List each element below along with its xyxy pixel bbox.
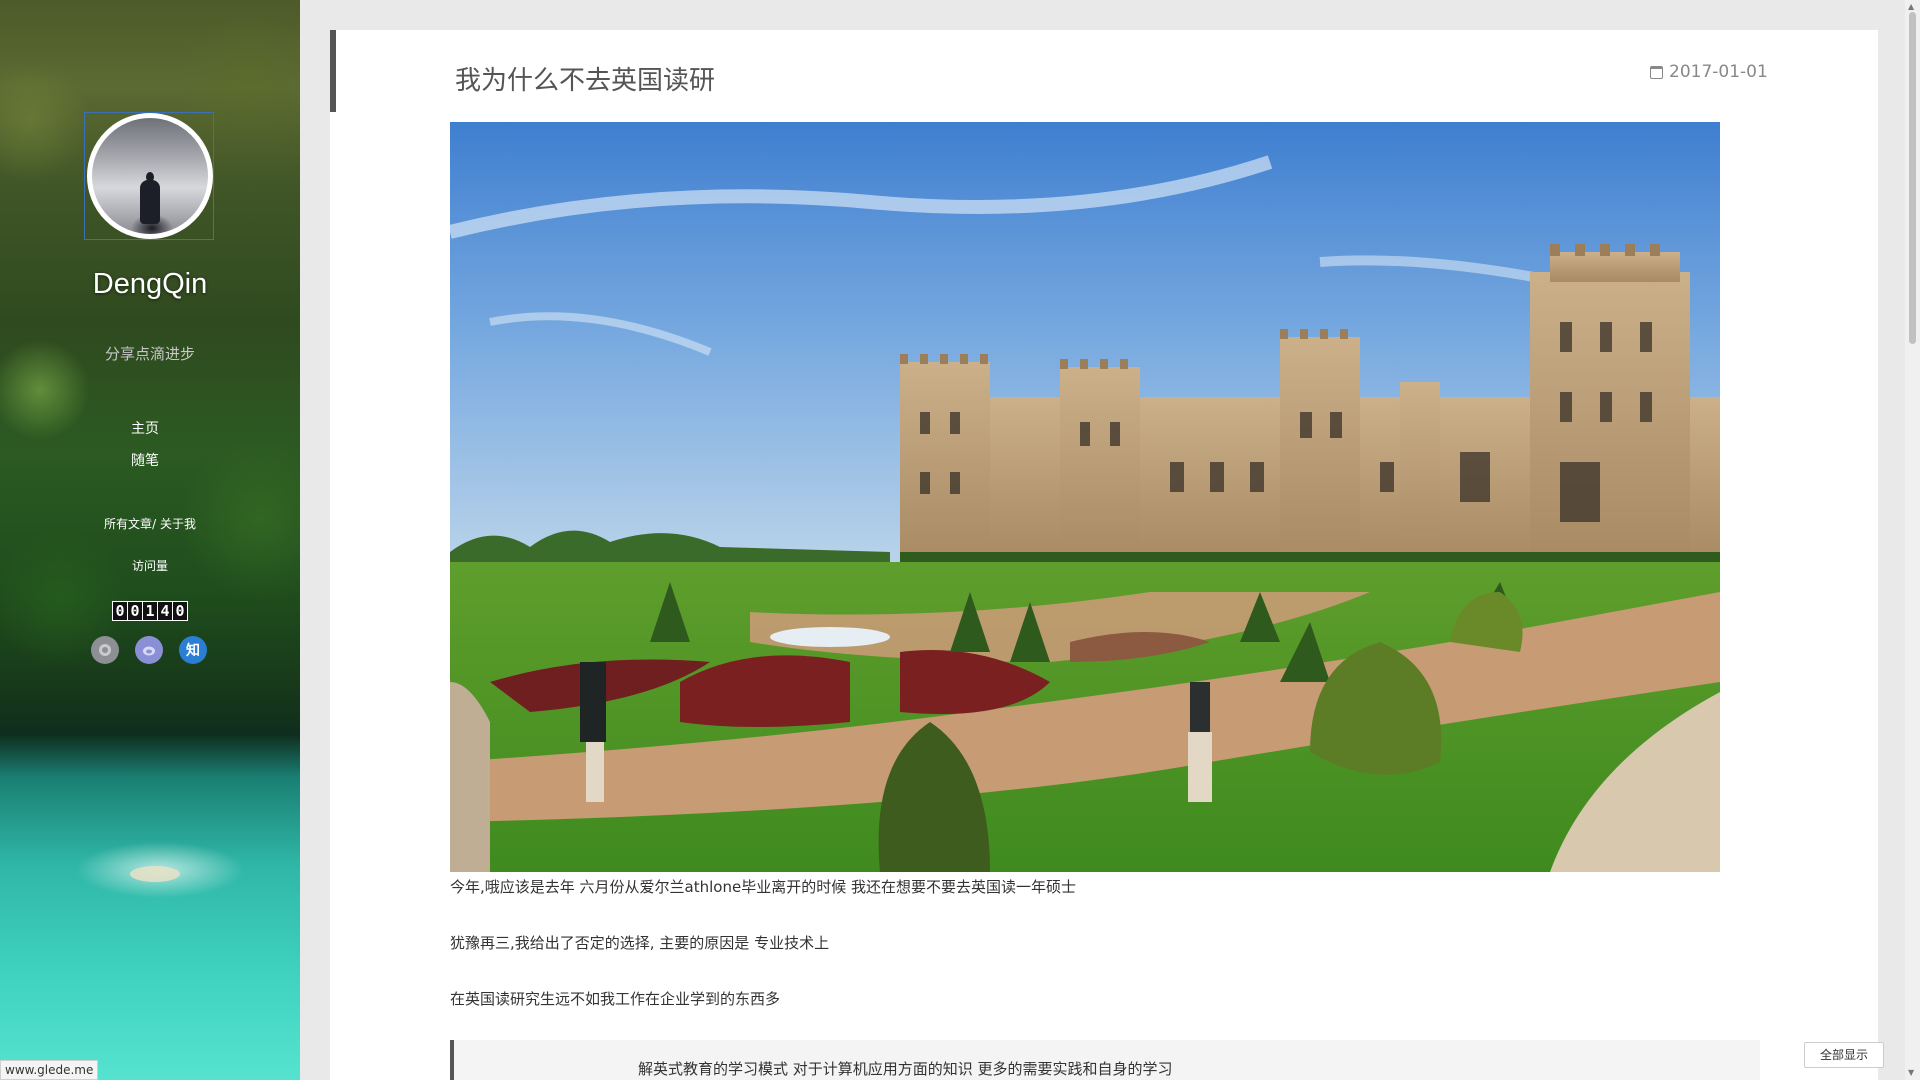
sidebar-nav: 主页 随笔: [0, 413, 290, 477]
counter-digit: 4: [158, 602, 172, 620]
scroll-thumb[interactable]: [1909, 12, 1916, 344]
visit-label: 访问量: [131, 559, 168, 573]
nav-home[interactable]: 主页: [0, 413, 290, 445]
post-paragraph: 犹豫再三,我给出了否定的选择, 主要的原因是 专业技术上: [450, 934, 830, 952]
post-paragraph: 在英国读研究生远不如我工作在企业学到的东西多: [450, 990, 781, 1008]
visit-counter: 0 0 1 4 0: [112, 601, 188, 621]
status-bar-url: www.glede.me: [0, 1060, 99, 1080]
castle-garden-photo: [450, 122, 1720, 872]
weibo-icon[interactable]: [135, 636, 163, 664]
post-date: 2017-01-01: [1650, 62, 1768, 82]
scroll-up-icon[interactable]: ▲: [1908, 2, 1914, 11]
post-title[interactable]: 我为什么不去英国读研: [455, 60, 715, 97]
fish-decoration: [130, 866, 180, 882]
avatar-figure: [140, 172, 160, 224]
blockquote-text: 解英式教育的学习模式 对于计算机应用方面的知识 更多的需要实践和自身的学习: [638, 1060, 1173, 1078]
counter-digit: 1: [143, 602, 157, 620]
sidebar: DengQin 分享点滴进步 主页 随笔 所有文章/ 关于我 访问量 0 0 1…: [0, 0, 300, 1080]
site-name[interactable]: DengQin: [0, 268, 300, 301]
avatar-link[interactable]: [84, 112, 214, 240]
all-posts-link[interactable]: 所有文章: [104, 517, 152, 531]
link-separator: /: [152, 517, 157, 531]
counter-digit: 0: [128, 602, 142, 620]
sidebar-links: 所有文章/ 关于我: [0, 515, 300, 532]
post-image: [450, 122, 1720, 872]
site-tagline: 分享点滴进步: [104, 345, 195, 363]
counter-digit: 0: [113, 602, 127, 620]
zhihu-icon[interactable]: 知: [179, 636, 207, 664]
post-date-text: 2017-01-01: [1669, 62, 1768, 82]
post-paragraph: 今年,哦应该是去年 六月份从爱尔兰athlone毕业离开的时候 我还在想要不要去…: [450, 878, 1076, 896]
nav-essays[interactable]: 随笔: [0, 445, 290, 477]
social-links: 知: [91, 636, 207, 664]
avatar: [87, 113, 213, 239]
calendar-icon: [1650, 65, 1663, 79]
scroll-down-icon[interactable]: ▼: [1908, 1068, 1914, 1077]
github-icon[interactable]: [91, 636, 119, 664]
page-scrollbar[interactable]: ▲ ▼: [1905, 0, 1920, 1080]
about-link[interactable]: 关于我: [160, 517, 196, 531]
show-all-button[interactable]: 全部显示: [1804, 1042, 1884, 1068]
counter-digit: 0: [173, 602, 187, 620]
post-card-accent: [330, 30, 336, 112]
